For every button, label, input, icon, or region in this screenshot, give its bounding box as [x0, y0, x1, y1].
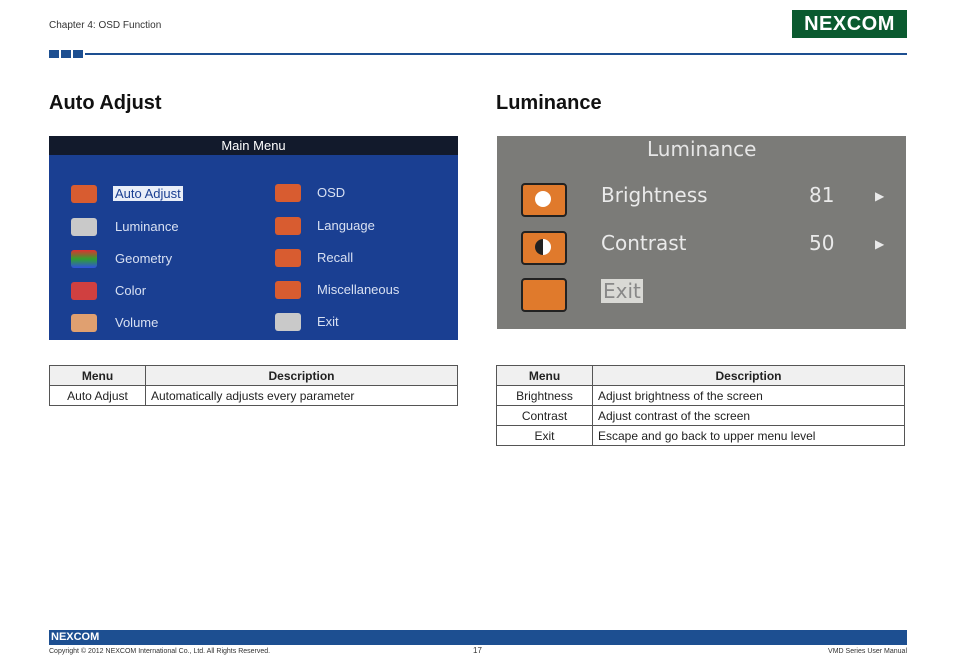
table-row: Contrast Adjust contrast of the screen [496, 405, 905, 426]
table-row: Auto Adjust Automatically adjusts every … [49, 385, 458, 406]
page-number: 17 [473, 646, 482, 655]
table-header-description: Description [592, 365, 905, 386]
luminance-title: Luminance [647, 137, 757, 161]
exit-door-icon [521, 278, 567, 312]
chapter-label: Chapter 4: OSD Function [49, 20, 162, 31]
section-heading-auto-adjust: Auto Adjust [49, 92, 162, 114]
menu-item-osd: OSD [317, 185, 346, 200]
header-rule [85, 53, 907, 55]
color-icon [71, 282, 97, 300]
brightness-label: Brightness [601, 183, 708, 207]
menu-item-color: Color [115, 283, 147, 298]
language-icon [275, 217, 301, 235]
table-header-description: Description [145, 365, 458, 386]
menu-item-language: Language [317, 218, 375, 233]
menu-item-recall: Recall [317, 250, 354, 265]
manual-title: VMD Series User Manual [828, 648, 907, 655]
geometry-icon [71, 250, 97, 268]
menu-item-auto-adjust: Auto Adjust [113, 186, 183, 201]
footer-logo: NEXCOM [51, 631, 100, 643]
miscellaneous-icon [275, 281, 301, 299]
luminance-screenshot: Luminance Brightness 81 ▶ Contrast 50 ▶ … [497, 136, 906, 329]
brightness-arrow-icon: ▶ [875, 189, 885, 203]
menu-item-volume: Volume [115, 315, 159, 330]
contrast-icon [521, 231, 567, 265]
menu-item-geometry: Geometry [115, 251, 173, 266]
table-row: Exit Escape and go back to upper menu le… [496, 425, 905, 446]
main-menu-title: Main Menu [49, 136, 458, 155]
osd-icon [275, 184, 301, 202]
contrast-arrow-icon: ▶ [875, 237, 885, 251]
contrast-label: Contrast [601, 231, 687, 255]
brightness-value: 81 [809, 183, 835, 207]
volume-icon [71, 314, 97, 332]
menu-item-miscellaneous: Miscellaneous [317, 282, 400, 297]
menu-item-luminance: Luminance [115, 219, 179, 234]
main-menu-screenshot: Main Menu Auto Adjust Luminance Geometry… [49, 136, 458, 340]
brightness-icon [521, 183, 567, 217]
recall-icon [275, 249, 301, 267]
exit-label: Exit [601, 279, 643, 303]
auto-adjust-icon [71, 185, 97, 203]
copyright-text: Copyright © 2012 NEXCOM International Co… [49, 648, 271, 655]
luminance-table: Menu Description Brightness Adjust brigh… [496, 365, 905, 446]
table-header-menu: Menu [496, 365, 593, 386]
header-squares [49, 50, 83, 58]
luminance-icon [71, 218, 97, 236]
section-heading-luminance: Luminance [496, 92, 602, 114]
table-row: Brightness Adjust brightness of the scre… [496, 385, 905, 406]
exit-icon [275, 313, 301, 331]
table-header-menu: Menu [49, 365, 146, 386]
auto-adjust-table: Menu Description Auto Adjust Automatical… [49, 365, 458, 406]
contrast-value: 50 [809, 231, 835, 255]
nexcom-logo: NEXCOM [792, 10, 907, 38]
footer-bar [49, 630, 907, 645]
menu-item-exit: Exit [317, 314, 339, 329]
